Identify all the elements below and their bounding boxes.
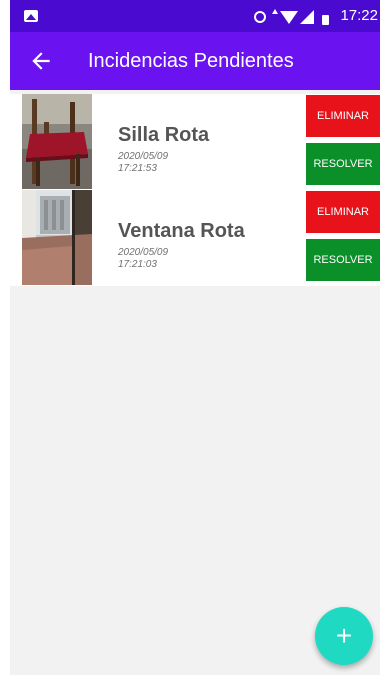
incident-date: 2020/05/09 [118,247,169,258]
image-icon [24,10,38,22]
status-time: 17:22 [340,7,378,24]
resolve-button[interactable]: RESOLVER [306,239,380,281]
alarm-icon [254,11,266,23]
page-title: Incidencias Pendientes [88,50,294,72]
delete-button[interactable]: ELIMINAR [306,191,380,233]
arrow-left-icon [32,52,50,70]
resolve-button[interactable]: RESOLVER [306,143,380,185]
battery-icon [322,15,329,25]
incident-date: 2020/05/09 [118,151,169,162]
incident-title: Silla Rota [118,124,210,146]
app-screen: 17:22 Incidencias Pendientes Silla Rota … [10,0,380,675]
incident-title: Ventana Rota [118,220,245,242]
wifi-icon [280,11,298,24]
incident-time: 17:21:53 [118,163,157,174]
app-bar: Incidencias Pendientes [10,32,380,90]
incident-time: 17:21:03 [118,259,157,270]
add-incident-button[interactable]: + [315,607,373,665]
back-button[interactable] [28,48,54,74]
incident-item: Silla Rota 2020/05/09 17:21:53 ELIMINAR … [10,94,380,190]
incident-thumbnail [22,190,92,285]
signal-icon [300,10,314,24]
delete-button[interactable]: ELIMINAR [306,95,380,137]
plus-icon: + [335,620,353,651]
window-photo [22,190,92,285]
incident-item: Ventana Rota 2020/05/09 17:21:03 ELIMINA… [10,190,380,286]
incident-list: Silla Rota 2020/05/09 17:21:53 ELIMINAR … [10,94,380,286]
chair-photo [22,94,92,189]
incident-thumbnail [22,94,92,189]
data-arrow-icon [272,9,278,14]
status-bar: 17:22 [10,0,380,32]
